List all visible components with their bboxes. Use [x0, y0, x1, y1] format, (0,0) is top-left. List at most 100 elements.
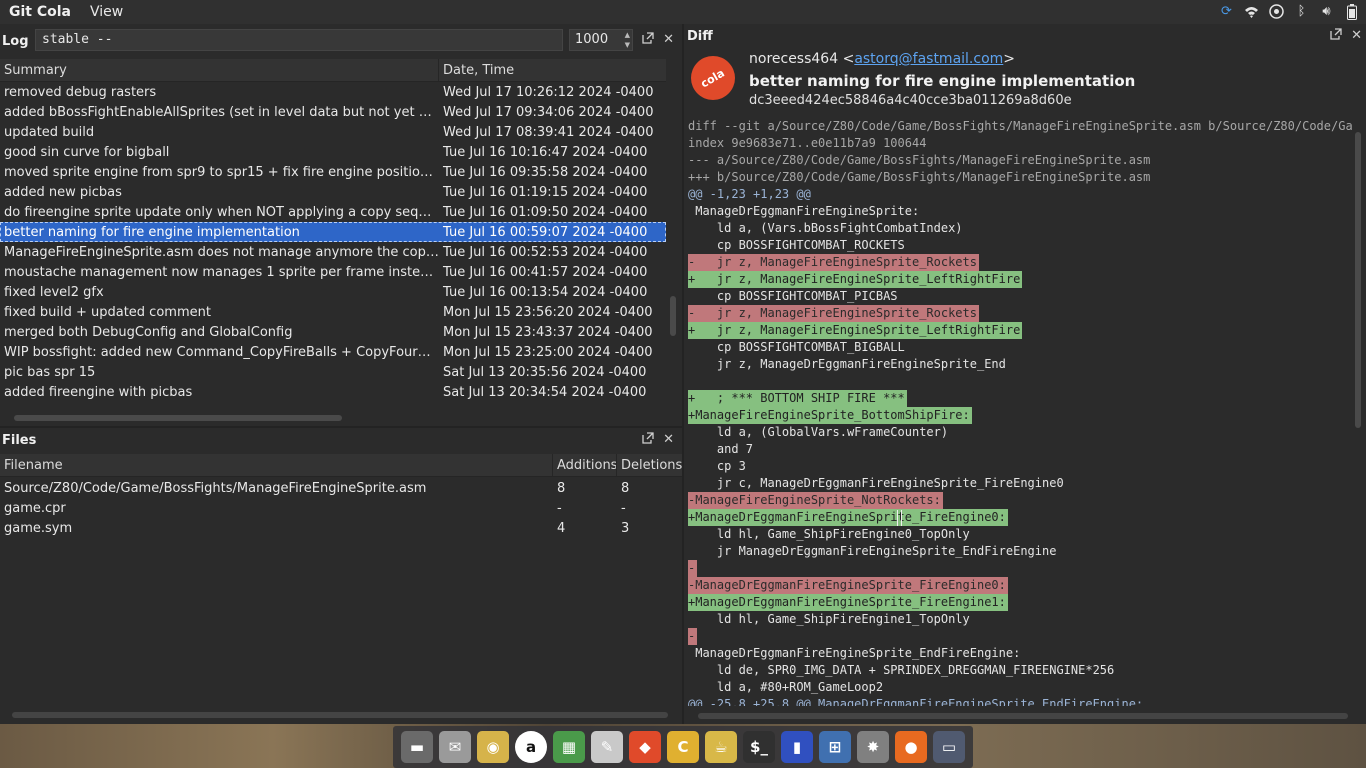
c-icon[interactable]: C: [667, 731, 699, 763]
diff-line-ctx: ld hl, Game_ShipFireEngine1_TopOnly: [688, 612, 970, 626]
terminal-icon[interactable]: $_: [743, 731, 775, 763]
log-row-summary: added fireengine with picbas: [4, 384, 193, 400]
diff-line-add: +ManageDrEggmanFireEngineSprite_FireEngi…: [688, 509, 1008, 526]
author-email-link[interactable]: astorq@fastmail.com: [854, 51, 1003, 67]
diff-horizontal-scrollbar[interactable]: [698, 713, 1348, 719]
log-row-summary: fixed build + updated comment: [4, 304, 211, 320]
chart-icon[interactable]: ▮: [781, 731, 813, 763]
app-name[interactable]: Git Cola: [0, 4, 80, 20]
file-row[interactable]: game.cpr - -: [0, 498, 682, 518]
column-deletions[interactable]: Deletions: [617, 454, 682, 476]
diff-line-meta: +++ b/Source/Z80/Code/Game/BossFights/Ma…: [688, 170, 1151, 184]
close-icon[interactable]: ✕: [1351, 28, 1362, 44]
log-row[interactable]: fixed build + updated comment Mon Jul 15 …: [0, 302, 666, 322]
undock-icon[interactable]: [642, 432, 654, 448]
log-title: Log: [2, 34, 29, 49]
log-horizontal-scrollbar[interactable]: [0, 412, 666, 424]
network-icon[interactable]: ⊞: [819, 731, 851, 763]
log-row-summary: pic bas spr 15: [4, 364, 96, 380]
globe-icon[interactable]: [1268, 3, 1285, 20]
file-name: game.cpr: [4, 500, 66, 516]
log-count-value: 1000: [575, 32, 609, 47]
wifi-icon[interactable]: [1243, 3, 1260, 20]
log-row[interactable]: added new picbas Tue Jul 16 01:19:15 2024…: [0, 182, 666, 202]
files-panel: Files ✕ Filename Additions Deletions Sou…: [0, 428, 682, 722]
close-icon[interactable]: ✕: [663, 432, 674, 448]
log-row[interactable]: updated build Wed Jul 17 08:39:41 2024 -0…: [0, 122, 666, 142]
gimp-icon[interactable]: ✸: [857, 731, 889, 763]
log-row[interactable]: WIP bossfight: added new Command_CopyFir…: [0, 342, 666, 362]
log-row[interactable]: moved sprite engine from spr9 to spr15 +…: [0, 162, 666, 182]
log-row[interactable]: better naming for fire engine implementa…: [0, 222, 666, 242]
log-row-summary: updated build: [4, 124, 95, 140]
diff-line-del: -: [688, 560, 698, 577]
diff-line-add: + jr z, ManageFireEngineSprite_LeftRight…: [688, 322, 1023, 339]
commit-sha[interactable]: dc3eeed424ec58846a4c40cce3ba011269a8d60e: [749, 93, 1072, 108]
log-row-date: Sat Jul 13 20:35:56 2024 -0400: [443, 364, 647, 380]
undock-icon[interactable]: [1330, 28, 1342, 44]
column-date[interactable]: Date, Time: [439, 59, 666, 81]
diff-panel: Diff ✕ cola norecess464 <astorq@fastmail…: [684, 26, 1366, 722]
log-row-date: Tue Jul 16 00:41:57 2024 -0400: [443, 264, 648, 280]
teapot-icon[interactable]: ☕: [705, 731, 737, 763]
menu-view[interactable]: View: [80, 4, 133, 20]
spin-arrows-icon[interactable]: ▲ ▼: [625, 30, 630, 50]
window-icon[interactable]: ▭: [933, 731, 965, 763]
log-row[interactable]: pic bas spr 15 Sat Jul 13 20:35:56 2024 -…: [0, 362, 666, 382]
close-icon[interactable]: ✕: [663, 32, 674, 48]
log-row-date: Mon Jul 15 23:25:00 2024 -0400: [443, 344, 653, 360]
file-row[interactable]: game.sym 4 3: [0, 518, 682, 538]
git-cola-icon[interactable]: ◆: [629, 731, 661, 763]
log-row[interactable]: do fireengine sprite update only when NO…: [0, 202, 666, 222]
log-row[interactable]: ManageFireEngineSprite.asm does not mana…: [0, 242, 666, 262]
author-avatar: cola: [691, 56, 735, 100]
diff-line-del: -ManageDrEggmanFireEngineSprite_FireEngi…: [688, 577, 1008, 594]
column-summary[interactable]: Summary: [0, 59, 439, 81]
log-row[interactable]: merged both DebugConfig and GlobalConfig…: [0, 322, 666, 342]
volume-icon[interactable]: 🔊︎: [1318, 3, 1335, 20]
undock-icon[interactable]: [642, 32, 654, 48]
log-row-date: Tue Jul 16 01:09:50 2024 -0400: [443, 204, 648, 220]
spreadsheet-icon[interactable]: ▦: [553, 731, 585, 763]
log-row[interactable]: fixed level2 gfx Tue Jul 16 00:13:54 2024…: [0, 282, 666, 302]
log-row[interactable]: good sin curve for bigball Tue Jul 16 10:…: [0, 142, 666, 162]
bluetooth-icon[interactable]: ᛒ: [1293, 3, 1310, 20]
diff-line-ctx: ld a, (GlobalVars.wFrameCounter): [688, 425, 949, 439]
log-filter-input[interactable]: stable --: [35, 29, 563, 51]
diff-title: Diff: [687, 29, 713, 44]
diff-line-meta: index 9e9683e71..e0e11b7a9 100644: [688, 136, 927, 150]
mail-icon[interactable]: ✉: [439, 731, 471, 763]
firefox-icon[interactable]: ●: [895, 731, 927, 763]
disk-icon[interactable]: ◉: [477, 731, 509, 763]
column-filename[interactable]: Filename: [0, 454, 553, 476]
files-table-header: Filename Additions Deletions: [0, 454, 682, 477]
refresh-icon[interactable]: ⟳: [1218, 3, 1235, 20]
file-additions: 8: [557, 480, 566, 496]
log-row[interactable]: added fireengine with picbas Sat Jul 13 2…: [0, 382, 666, 402]
editor-icon[interactable]: ✎: [591, 731, 623, 763]
files-horizontal-scrollbar[interactable]: [12, 712, 668, 718]
log-row-date: Wed Jul 17 10:26:12 2024 -0400: [443, 84, 654, 100]
log-vertical-scrollbar[interactable]: [667, 82, 679, 412]
diff-vertical-scrollbar[interactable]: [1353, 118, 1363, 708]
log-row[interactable]: removed debug rasters Wed Jul 17 10:26:12…: [0, 82, 666, 102]
diff-text-view[interactable]: diff --git a/Source/Z80/Code/Game/BossFi…: [688, 118, 1352, 706]
log-row-summary: merged both DebugConfig and GlobalConfig: [4, 324, 293, 340]
diff-line-ctx: and 7: [688, 442, 754, 456]
diff-line-hunk: @@ -1,23 +1,23 @@: [688, 187, 811, 201]
log-row-summary: ManageFireEngineSprite.asm does not mana…: [4, 244, 439, 260]
diff-line-ctx: jr c, ManageDrEggmanFireEngineSprite_Fir…: [688, 476, 1064, 490]
log-row[interactable]: moustache management now manages 1 sprit…: [0, 262, 666, 282]
log-count-spinbox[interactable]: 1000 ▲ ▼: [569, 29, 633, 51]
file-deletions: -: [621, 500, 626, 516]
file-row[interactable]: Source/Z80/Code/Game/BossFights/ManageFi…: [0, 478, 682, 498]
log-row-date: Tue Jul 16 00:52:53 2024 -0400: [443, 244, 648, 260]
diff-line-meta: diff --git a/Source/Z80/Code/Game/BossFi…: [688, 119, 1352, 133]
battery-icon[interactable]: [1343, 3, 1360, 20]
files-icon[interactable]: ▬: [401, 731, 433, 763]
file-name: game.sym: [4, 520, 73, 536]
amazon-icon[interactable]: a: [515, 731, 547, 763]
log-row-date: Tue Jul 16 01:19:15 2024 -0400: [443, 184, 648, 200]
column-additions[interactable]: Additions: [553, 454, 617, 476]
log-row[interactable]: added bBossFightEnableAllSprites (set in…: [0, 102, 666, 122]
